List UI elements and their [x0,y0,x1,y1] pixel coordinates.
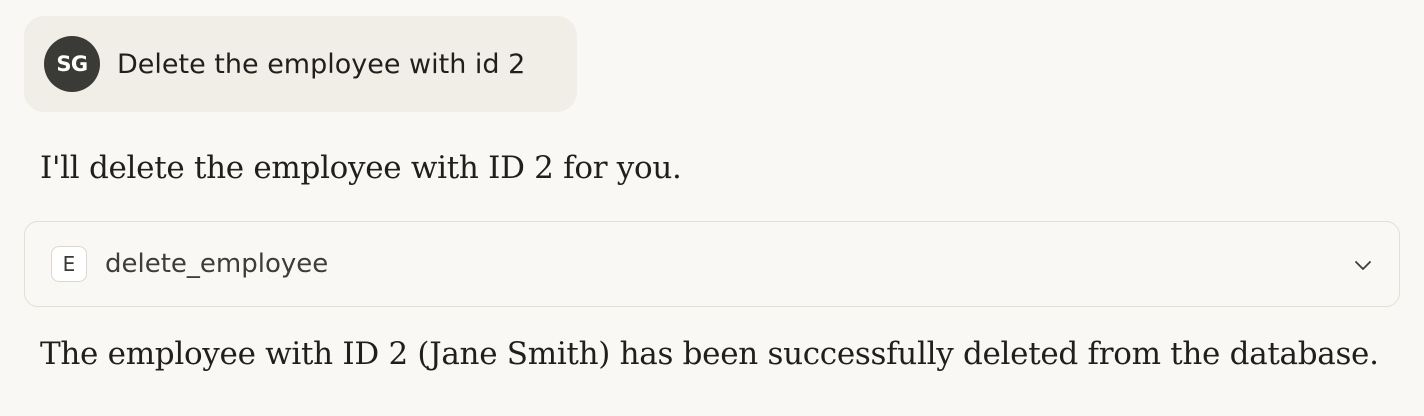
tool-call-name: delete_employee [105,249,329,279]
user-message-text: Delete the employee with id 2 [117,48,526,80]
avatar[interactable]: SG [44,36,100,92]
chevron-down-icon[interactable] [1353,255,1373,275]
tool-call-card[interactable]: E delete_employee [24,221,1400,307]
chat-transcript: SG Delete the employee with id 2 I'll de… [0,0,1424,416]
tool-letter-icon: E [51,246,87,282]
assistant-result-text: The employee with ID 2 (Jane Smith) has … [40,336,1379,372]
assistant-intro-text: I'll delete the employee with ID 2 for y… [40,150,682,186]
user-message-bubble: SG Delete the employee with id 2 [24,16,577,112]
